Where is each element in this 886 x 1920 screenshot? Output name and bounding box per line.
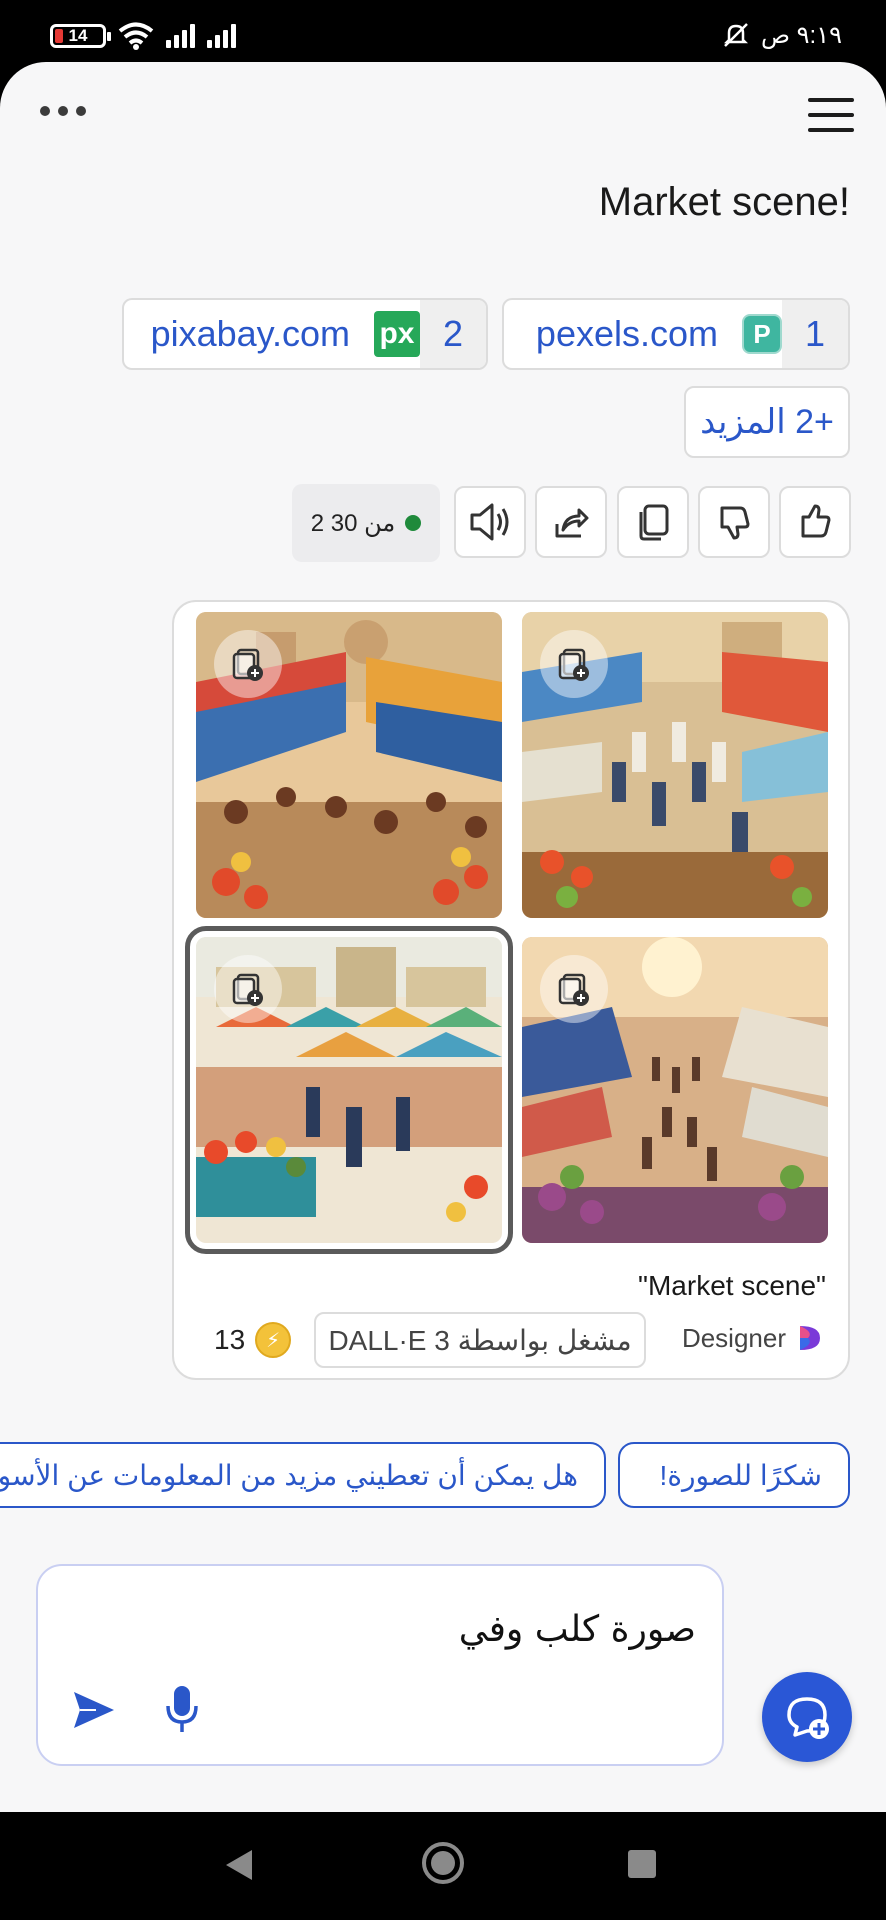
source-site: pexels.com [535,313,718,354]
coin-icon: ⚡ [255,1322,292,1358]
user-message: Market scene! [598,180,850,224]
send-button[interactable] [72,1690,116,1735]
add-image-icon[interactable] [540,955,608,1023]
status-bar: 14 ٩:١٩ ص [0,0,886,62]
copy-button[interactable] [617,486,689,558]
like-button[interactable] [779,486,851,558]
dislike-button[interactable] [698,486,770,558]
microphone-button[interactable] [164,1684,200,1739]
source-site: pixabay.com [150,313,350,354]
chat-screen: Market scene! 1 P pexels.com 2 px pixaba… [0,62,886,1812]
copy-icon [639,504,669,541]
thumbs-up-icon [801,504,831,538]
pexels-logo-icon: P [742,314,782,354]
new-topic-button[interactable] [762,1672,852,1762]
add-image-icon[interactable] [540,630,608,698]
designer-label: Designer [681,1322,786,1353]
battery-icon: 14 [50,24,111,48]
recents-icon[interactable] [628,1850,656,1878]
designer-link[interactable]: Designer [682,1322,826,1354]
home-icon[interactable] [422,1842,464,1884]
speaker-button[interactable] [454,486,526,558]
battery-level: 14 [68,26,88,45]
new-chat-icon [787,1697,829,1739]
source-number: 2 [420,300,486,368]
designer-logo-icon [800,1326,820,1350]
image-caption: "Market scene" [638,1270,826,1301]
more-sources-button[interactable]: +2 المزيد [684,386,850,458]
source-chip-pexels[interactable]: 1 P pexels.com [502,298,850,370]
counter-text: 2 من 30 [310,509,396,537]
source-chip-pixabay[interactable]: 2 px pixabay.com [122,298,488,370]
microphone-icon [166,1686,198,1732]
bell-muted-icon [723,23,748,47]
signal-icon-2 [207,24,236,48]
boost-credits: 13 ⚡ [214,1322,292,1358]
add-image-icon[interactable] [214,955,282,1023]
pixabay-logo-icon: px [374,311,420,357]
back-icon[interactable] [226,1850,252,1880]
send-icon [74,1692,114,1728]
thumbs-down-icon [720,506,750,540]
generated-image-2[interactable] [522,612,828,918]
system-nav-bar [0,1812,886,1920]
menu-icon[interactable] [808,98,854,132]
message-input[interactable] [76,1604,696,1654]
share-button[interactable] [535,486,607,558]
generated-image-1[interactable] [196,612,502,918]
status-dot [405,515,422,531]
more-options-icon[interactable] [40,106,86,116]
powered-by-badge: مشغل بواسطة DALL·E 3 [314,1312,646,1368]
source-number: 1 [782,300,848,368]
response-counter: 2 من 30 [292,484,440,562]
message-composer [36,1564,724,1766]
credits-count: 13 [214,1324,246,1355]
generated-image-3[interactable] [185,926,513,1254]
generated-image-4[interactable] [522,937,828,1243]
suggestion-chip-2[interactable]: هل يمكن أن تعطيني مزيد من المعلومات عن ا… [0,1442,606,1508]
add-image-icon[interactable] [214,630,282,698]
wifi-icon [118,22,154,50]
status-right: ٩:١٩ ص [721,20,842,50]
status-left: 14 [50,22,236,50]
signal-icon-1 [166,24,195,48]
suggestion-chip-1[interactable]: شكرًا للصورة! [618,1442,850,1508]
image-result-card: "Market scene" 13 ⚡ مشغل بواسطة DALL·E 3… [172,600,850,1380]
share-icon [555,508,589,538]
clock: ٩:١٩ ص [760,21,842,49]
speaker-icon [470,503,509,541]
